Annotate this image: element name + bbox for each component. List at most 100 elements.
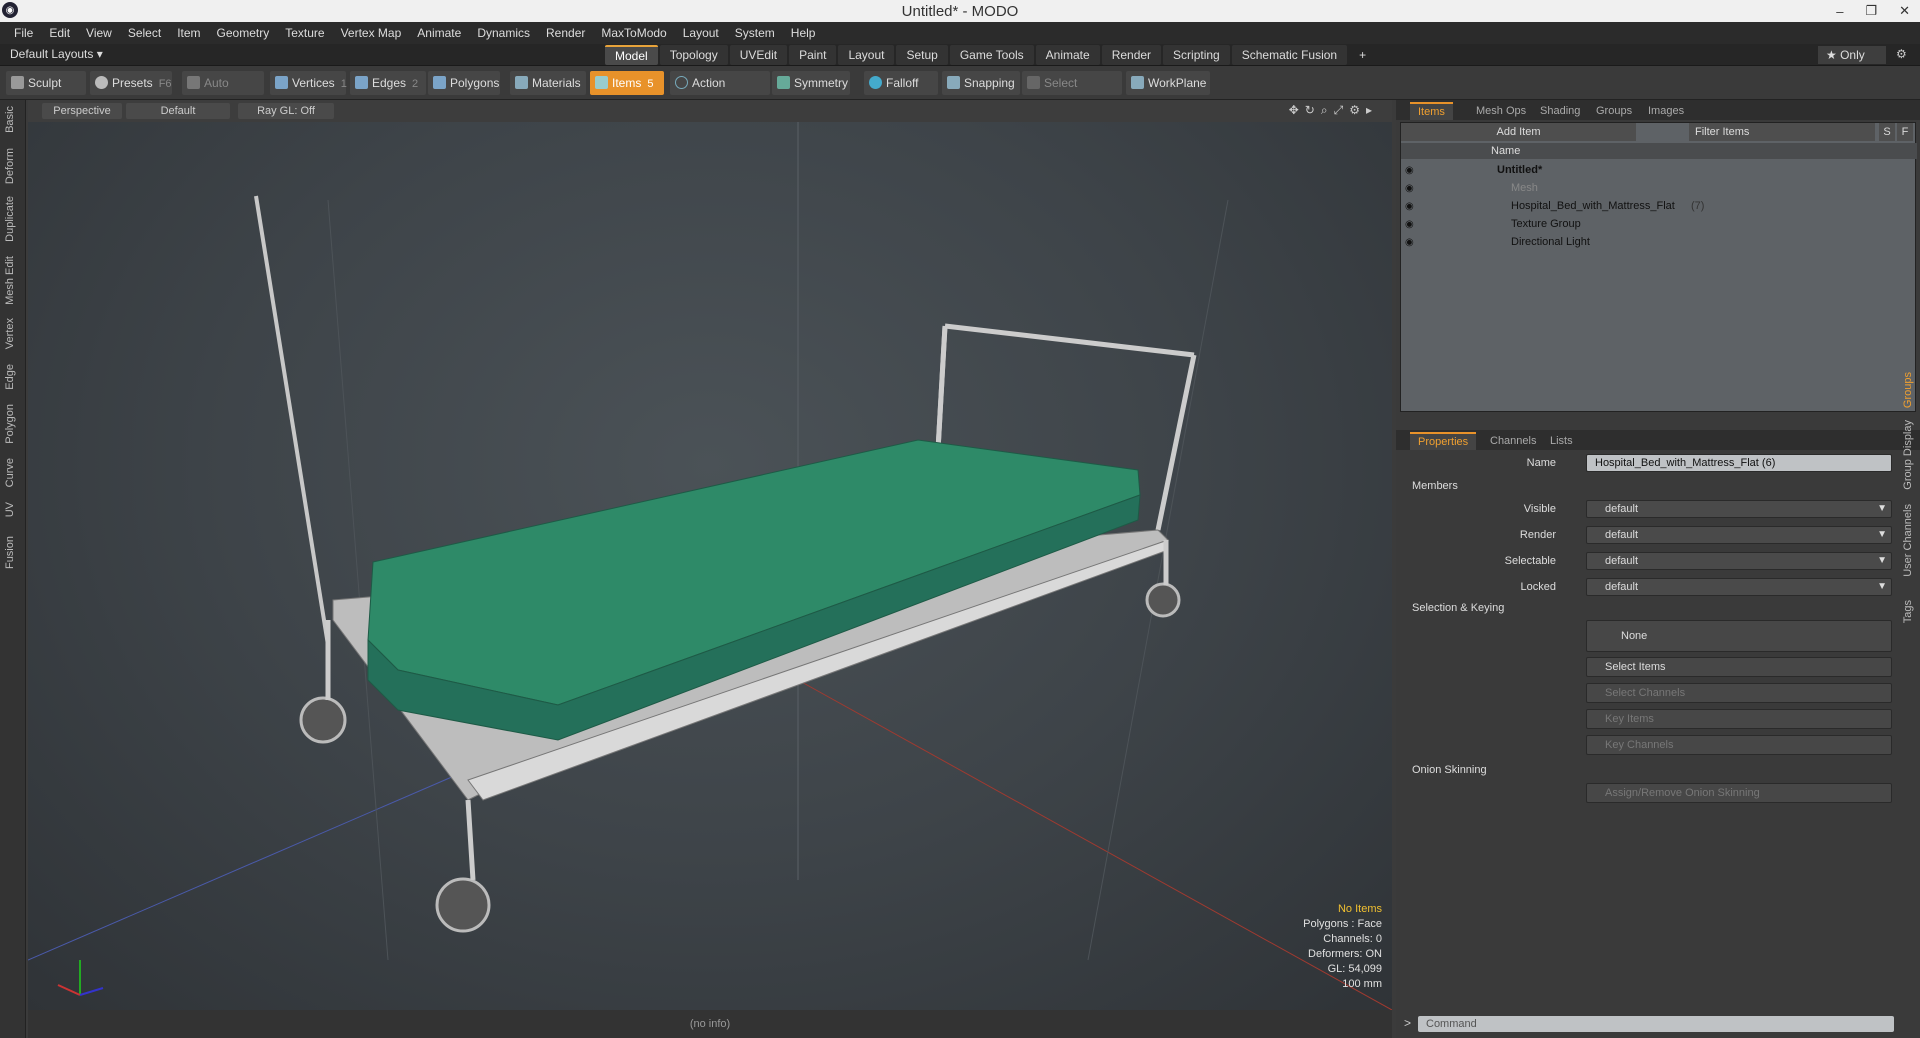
gear-icon[interactable]: ⚙ — [1896, 47, 1907, 61]
add-item-button[interactable]: Add Item — [1401, 123, 1636, 141]
tab-schematic-fusion[interactable]: Schematic Fusion — [1231, 45, 1348, 65]
sculpt-button[interactable]: Sculpt — [6, 71, 86, 95]
menu-geometry[interactable]: Geometry — [209, 26, 278, 40]
tab-vertex[interactable]: Vertex — [4, 318, 16, 349]
select-through-button[interactable]: Select Through — [1022, 71, 1122, 114]
materials-button[interactable]: Materials — [510, 71, 586, 95]
locked-dropdown[interactable]: default ▼ — [1586, 578, 1892, 596]
tab-images[interactable]: Images — [1640, 102, 1692, 120]
tab-lists[interactable]: Lists — [1542, 432, 1581, 450]
only-button[interactable]: ★ Only — [1818, 46, 1886, 64]
polygons-button[interactable]: Polygons — [428, 71, 500, 95]
select-channels-button[interactable]: Select Channels — [1586, 683, 1892, 703]
tab-properties[interactable]: Properties — [1410, 432, 1477, 450]
eye-icon[interactable]: ◉ — [1405, 162, 1414, 180]
menu-system[interactable]: System — [727, 26, 783, 40]
menu-help[interactable]: Help — [783, 26, 824, 40]
eye-icon[interactable]: ◉ — [1405, 180, 1414, 198]
selection-keying-section[interactable]: Selection & Keying — [1400, 600, 1900, 616]
tab-paint[interactable]: Paint — [789, 45, 837, 65]
tab-scripting[interactable]: Scripting — [1163, 45, 1230, 65]
items-button[interactable]: Items 5 — [590, 71, 664, 95]
tree-row-hospital-bed[interactable]: ◉ Hospital_Bed_with_Mattress_Flat (7) — [1401, 197, 1917, 215]
eye-icon[interactable]: ◉ — [1405, 234, 1414, 252]
tab-curve[interactable]: Curve — [4, 458, 16, 487]
close-button[interactable]: ✕ — [1899, 3, 1910, 19]
3d-viewport[interactable]: Perspective Default Ray GL: Off ✥ ↻ ⌕ ⤢ … — [28, 100, 1392, 1010]
symmetry-button[interactable]: Symmetry — [772, 71, 850, 95]
fit-view-icon[interactable]: ⤢ — [1334, 103, 1344, 118]
tab-mesh-edit[interactable]: Mesh Edit — [4, 256, 16, 305]
command-input[interactable]: Command — [1418, 1016, 1894, 1032]
none-button[interactable]: None — [1586, 620, 1892, 652]
side-tab-groups[interactable]: Groups — [1902, 372, 1914, 408]
rotate-view-icon[interactable]: ↻ — [1305, 103, 1315, 118]
menu-view[interactable]: View — [78, 26, 120, 40]
tab-polygon[interactable]: Polygon — [4, 404, 16, 444]
menu-layout[interactable]: Layout — [675, 26, 727, 40]
tree-row-directional-light[interactable]: ◉ Directional Light — [1401, 233, 1917, 251]
tab-topology[interactable]: Topology — [659, 45, 728, 65]
action-center-button[interactable]: Action Center — [670, 71, 770, 114]
side-tab-user-channels[interactable]: User Channels — [1902, 504, 1914, 577]
eye-icon[interactable]: ◉ — [1405, 198, 1414, 216]
presets-button[interactable]: Presets F6 — [90, 71, 172, 95]
menu-select[interactable]: Select — [120, 26, 169, 40]
tab-shading[interactable]: Shading — [1532, 102, 1588, 120]
menu-animate[interactable]: Animate — [409, 26, 469, 40]
menu-maxtomodo[interactable]: MaxToModo — [593, 26, 674, 40]
tab-channels[interactable]: Channels — [1482, 432, 1544, 450]
tree-row-texture-group[interactable]: ◉ Texture Group — [1401, 215, 1917, 233]
viewport-gear-icon[interactable]: ⚙ — [1349, 103, 1360, 118]
default-layouts-dropdown[interactable]: Default Layouts ▾ — [10, 47, 103, 61]
tab-animate[interactable]: Animate — [1035, 45, 1100, 65]
tab-game-tools[interactable]: Game Tools — [949, 45, 1034, 65]
minimize-button[interactable]: – — [1836, 4, 1843, 19]
menu-render[interactable]: Render — [538, 26, 593, 40]
tab-deform[interactable]: Deform — [4, 148, 16, 184]
menu-item[interactable]: Item — [169, 26, 208, 40]
side-tab-group-display[interactable]: Group Display — [1902, 420, 1914, 490]
tab-duplicate[interactable]: Duplicate — [4, 196, 16, 242]
falloff-button[interactable]: Falloff — [864, 71, 938, 95]
key-items-button[interactable]: Key Items — [1586, 709, 1892, 729]
menu-edit[interactable]: Edit — [41, 26, 78, 40]
render-dropdown[interactable]: default ▼ — [1586, 526, 1892, 544]
tab-edge[interactable]: Edge — [4, 364, 16, 390]
tree-row-untitled[interactable]: ◉ Untitled* — [1401, 161, 1917, 179]
selectable-dropdown[interactable]: default ▼ — [1586, 552, 1892, 570]
eye-icon[interactable]: ◉ — [1405, 216, 1414, 234]
vertices-button[interactable]: Vertices 1 — [270, 71, 347, 95]
snapping-button[interactable]: Snapping — [942, 71, 1020, 95]
viewport-menu-arrow-icon[interactable]: ▸ — [1366, 103, 1372, 118]
select-items-button[interactable]: Select Items — [1586, 657, 1892, 677]
visible-dropdown[interactable]: default ▼ — [1586, 500, 1892, 518]
workplane-button[interactable]: WorkPlane — [1126, 71, 1210, 95]
edges-button[interactable]: Edges 2 — [350, 71, 426, 95]
menu-file[interactable]: File — [6, 26, 41, 40]
menu-vertex-map[interactable]: Vertex Map — [333, 26, 410, 40]
tree-row-mesh[interactable]: ◉ Mesh — [1401, 179, 1917, 197]
members-section[interactable]: Members — [1400, 478, 1900, 494]
move-view-icon[interactable]: ✥ — [1289, 103, 1299, 118]
tab-mesh-ops[interactable]: Mesh Ops — [1468, 102, 1534, 120]
menu-dynamics[interactable]: Dynamics — [469, 26, 538, 40]
menu-texture[interactable]: Texture — [277, 26, 332, 40]
assign-onion-button[interactable]: Assign/Remove Onion Skinning — [1586, 783, 1892, 803]
auto-select-button[interactable]: Auto Select — [182, 71, 264, 114]
shading-dropdown[interactable]: Default — [126, 103, 230, 119]
onion-skinning-section[interactable]: Onion Skinning — [1400, 762, 1900, 778]
tab-items[interactable]: Items — [1410, 102, 1453, 120]
side-tab-tags[interactable]: Tags — [1902, 600, 1914, 623]
tab-setup[interactable]: Setup — [896, 45, 948, 65]
column-name[interactable]: Name — [1491, 143, 1520, 159]
filter-items-input[interactable]: Filter Items — [1689, 123, 1875, 141]
tab-model[interactable]: Model — [605, 45, 658, 65]
restore-button[interactable]: ❐ — [1865, 3, 1877, 19]
add-tab-button[interactable]: + — [1349, 45, 1376, 65]
s-button[interactable]: S — [1879, 123, 1895, 141]
key-channels-button[interactable]: Key Channels — [1586, 735, 1892, 755]
raygl-dropdown[interactable]: Ray GL: Off — [238, 103, 334, 119]
tab-uvedit[interactable]: UVEdit — [729, 45, 788, 65]
name-field[interactable]: Hospital_Bed_with_Mattress_Flat (6) — [1586, 454, 1892, 472]
